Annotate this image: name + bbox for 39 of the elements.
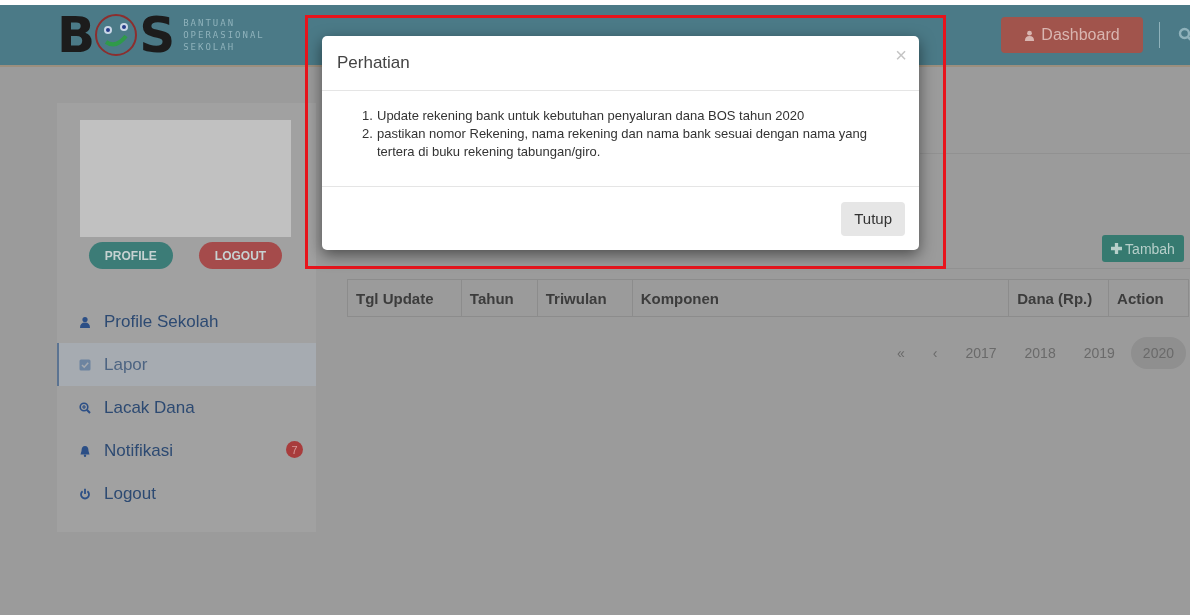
tagline-text: SEKOLAH — [183, 41, 237, 53]
column-header: Tahun — [461, 280, 538, 316]
close-button[interactable]: × — [895, 44, 907, 67]
sidebar-item[interactable]: Logout — [57, 472, 316, 515]
tagline-text: OPERASIONAL — [183, 29, 265, 41]
column-header: Action — [1116, 288, 1165, 309]
modal-title: Perhatian — [337, 53, 410, 73]
plus-icon — [1111, 243, 1123, 254]
column-header: Triwulan — [537, 280, 633, 316]
page-link[interactable]: « — [884, 337, 917, 369]
page-link[interactable]: ‹ — [920, 337, 950, 369]
notice-text: Update rekening bank untuk kebutuhan penyaluran dana BOS tahun 2020 — [377, 107, 805, 125]
sidebar-item[interactable]: Profile Sekolah — [57, 300, 316, 343]
sidebar-item[interactable]: Notifikasi 7 — [57, 429, 316, 472]
column-header: Dana (Rp.) — [1009, 280, 1110, 316]
sidebar-item[interactable]: Lapor — [57, 343, 316, 386]
add-button[interactable]: Tambah — [1102, 235, 1184, 262]
list-number: 2. — [362, 125, 374, 143]
bell-icon — [79, 444, 91, 457]
logout-button[interactable]: LOGOUT — [198, 242, 283, 269]
search-icon[interactable] — [1178, 27, 1190, 43]
profile-button[interactable]: PROFILE — [88, 242, 173, 269]
notice-text: pastikan nomor Rekening, nama rekening dan nama bank sesuai dengan nama yang tertera di buku rekening tabungan/giro. — [377, 125, 868, 161]
list-number: 1. — [362, 107, 374, 125]
logo-letter: B — [57, 10, 94, 60]
logo-letter: S — [139, 10, 174, 60]
tagline-text: BANTUAN — [183, 17, 237, 29]
dashboard-button[interactable]: Dashboard — [1001, 17, 1143, 53]
user-icon — [79, 315, 91, 328]
user-icon — [1024, 28, 1036, 42]
notification-badge: 7 — [286, 441, 303, 458]
column-header: Tgl Update — [348, 280, 462, 316]
close-dialog-button[interactable]: Tutup — [841, 201, 905, 236]
column-header: Komponen — [632, 280, 1010, 316]
sidebar-item[interactable]: Lacak Dana — [57, 386, 316, 429]
zoom-in-icon — [79, 401, 91, 414]
checkbox-icon — [79, 358, 91, 371]
smiley-face-icon — [94, 12, 139, 58]
power-icon — [79, 487, 91, 500]
